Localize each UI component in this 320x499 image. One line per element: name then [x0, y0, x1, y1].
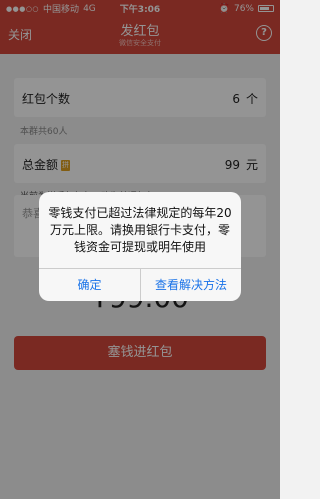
alert-dialog: 零钱支付已超过法律规定的每年20万元上限。请换用银行卡支付，零钱资金可提现或明年… [39, 192, 241, 301]
view-solution-button[interactable]: 查看解决方法 [141, 269, 241, 301]
alert-message: 零钱支付已超过法律规定的每年20万元上限。请换用银行卡支付，零钱资金可提现或明年… [48, 206, 232, 254]
confirm-button[interactable]: 确定 [39, 269, 140, 301]
